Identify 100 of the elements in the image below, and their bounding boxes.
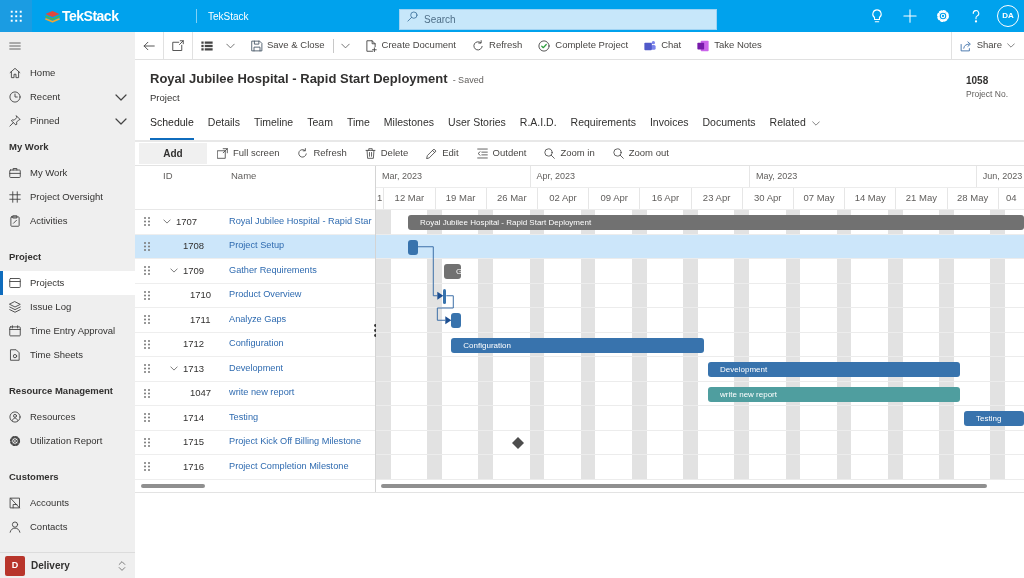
task-name-link[interactable]: Product Overview [229,288,302,303]
full-screen-button[interactable]: Full screen [209,143,288,164]
task-bar[interactable]: Testing [964,411,1024,426]
sidebar-item[interactable]: Project Oversight [0,185,135,209]
save-close-button[interactable]: Save & Close [242,32,333,59]
window-icon [9,277,21,289]
add-button[interactable]: Add [139,143,207,164]
area-switcher[interactable]: D Delivery [0,552,135,578]
tab[interactable]: Time [346,108,370,140]
month-header: May, 2023 [749,166,976,187]
month-header: Apr, 2023 [529,166,749,187]
tab[interactable]: Milestones [383,108,435,140]
share-button[interactable]: Share [950,32,1024,59]
delete-button[interactable]: Delete [356,143,417,164]
task-name-link[interactable]: Project Kick Off Billing Milestone [229,435,362,450]
drag-handle-icon[interactable] [144,462,150,472]
take-notes-button[interactable]: Take Notes [689,32,770,59]
grip-dots-icon[interactable] [374,324,377,337]
share-icon [959,39,972,52]
outdent-button[interactable]: Outdent [468,143,535,164]
sidebar-item[interactable]: Contacts [0,515,135,539]
task-id: 1716 [183,459,205,474]
sidebar-item[interactable]: Accounts [0,491,135,515]
sidebar-item[interactable]: Utilization Report [0,429,135,453]
record-title: Royal Jubilee Hospital - Rapid Start Deployment [150,70,448,88]
task-name-link[interactable]: Testing [229,410,259,425]
drag-handle-icon[interactable] [144,437,150,447]
tab[interactable]: Details [207,108,240,140]
sidebar-item[interactable]: Home [0,61,135,85]
scrollbar-thumb[interactable] [381,483,987,488]
chat-button[interactable]: Chat [636,32,690,59]
drag-handle-icon[interactable] [144,266,150,276]
drag-handle-icon[interactable] [144,364,150,374]
task-bar[interactable] [451,313,461,328]
refresh-button[interactable]: Refresh [464,32,531,59]
task-bar[interactable]: Configuration [451,337,704,353]
sidebar-item[interactable]: Pinned [0,109,135,133]
task-bar[interactable] [443,288,447,304]
refresh-button[interactable]: Refresh [289,143,355,164]
chevron-down-icon [340,42,350,49]
drag-handle-icon[interactable] [144,388,150,398]
task-name-link[interactable]: write new report [229,386,295,401]
task-name-link[interactable]: Analyze Gaps [229,312,287,327]
sidebar-item[interactable]: My Work [0,161,135,185]
chevron-down-icon[interactable] [170,366,178,372]
tab[interactable]: User Stories [448,108,506,140]
task-row[interactable]: 1708 Project Setup [135,234,375,259]
person-circle-icon [9,411,21,423]
task-name-link[interactable]: Project Setup [229,239,285,254]
app-launcher-button[interactable] [0,0,32,32]
sidebar-item[interactable]: Activities [0,209,135,233]
chevron-down-icon[interactable] [163,219,171,225]
drag-handle-icon[interactable] [144,413,150,423]
tab[interactable]: Related [769,108,820,140]
summary-bar[interactable]: Royal Jubilee Hospital - Rapid Start Deployment [407,215,1024,230]
magnifier-icon [544,148,556,159]
create-document-button[interactable]: Create Document [356,32,464,59]
column-header[interactable]: ID [163,170,173,181]
sidebar-item[interactable]: Resources [0,405,135,429]
task-name-link[interactable]: Gather Requirements [229,263,317,278]
refresh-icon [297,148,309,159]
task-name-link[interactable]: Configuration [229,337,284,352]
project-number-value: 1058 [966,74,990,88]
settings-icon[interactable] [935,9,950,23]
zoom-out-button[interactable]: Zoom out [604,143,677,164]
sidebar-item[interactable]: Issue Log [0,295,135,319]
week-header: 12 Mar [383,188,435,209]
tab[interactable]: R.A.I.D. [519,108,557,140]
task-bar[interactable]: Development [708,362,960,377]
milestone-diamond-icon[interactable] [511,436,524,449]
tab[interactable]: Requirements [570,108,636,140]
sidebar-item[interactable]: Time Entry Approval [0,319,135,343]
tab[interactable]: Invoices [649,108,689,140]
chevron-down-icon[interactable] [170,268,178,274]
tab[interactable]: Schedule [150,108,194,140]
tab[interactable]: Timeline [253,108,294,140]
column-header[interactable]: Name [231,170,257,181]
complete-project-button[interactable]: Complete Project [530,32,637,59]
week-header: 28 May [946,188,998,209]
scrollbar-thumb[interactable] [141,483,205,488]
tab[interactable]: Team [307,108,333,140]
sidebar-item[interactable]: Projects [0,271,135,295]
menu-icon[interactable] [9,40,21,52]
drag-handle-icon[interactable] [144,339,150,349]
search-field[interactable]: Search [399,8,717,30]
up-down-chevron-icon [117,559,127,572]
sidebar-item[interactable]: Time Sheets [0,343,135,367]
task-name-link[interactable]: Royal Jubilee Hospital - Rapid Star [229,214,372,229]
drag-handle-icon[interactable] [144,315,150,325]
tab[interactable]: Documents [702,108,756,140]
drag-handle-icon[interactable] [144,217,150,227]
sidebar-item[interactable]: Recent [0,85,135,109]
lightbulb-icon[interactable] [869,9,884,23]
edit-button[interactable]: Edit [418,143,467,164]
zoom-in-button[interactable]: Zoom in [536,143,603,164]
task-bar[interactable] [407,239,418,255]
drag-handle-icon[interactable] [144,241,150,251]
task-name-link[interactable]: Development [229,361,284,376]
task-name-link[interactable]: Project Completion Milestone [229,459,349,474]
drag-handle-icon[interactable] [144,290,150,300]
